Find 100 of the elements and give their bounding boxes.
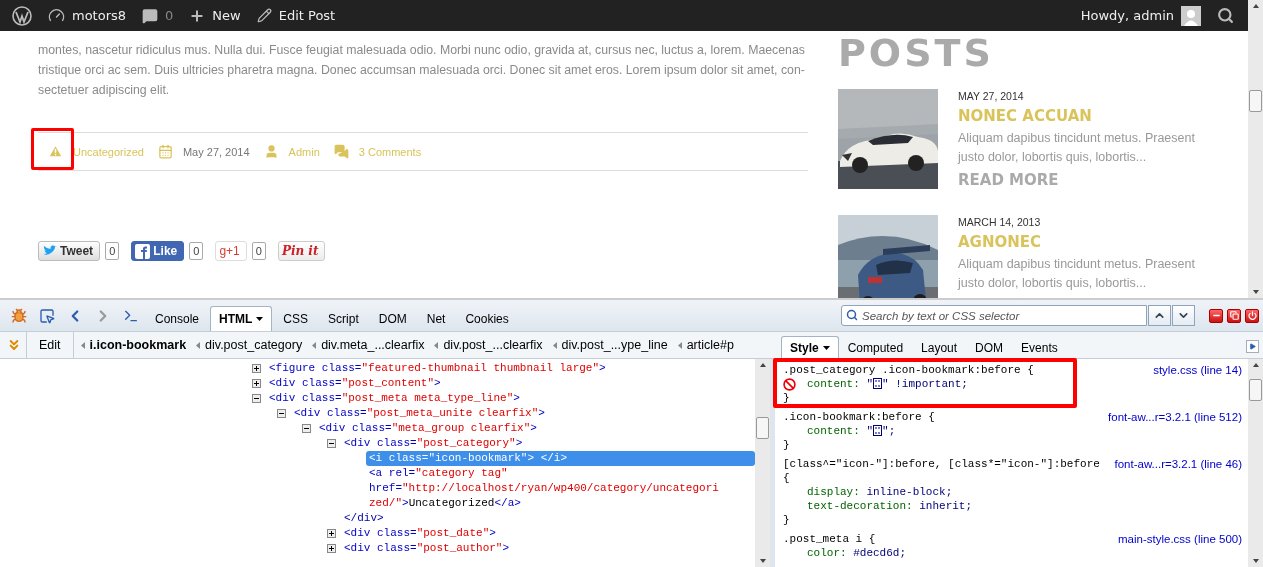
- css-declaration: color: #decd6d;: [807, 546, 907, 560]
- gauge-icon: [48, 7, 65, 24]
- pinterest-share-button[interactable]: Pin it: [277, 241, 326, 261]
- comment-icon: [142, 7, 159, 24]
- post-date: MARCH 14, 2013: [958, 215, 1042, 229]
- html-node[interactable]: <div class="post_author">: [341, 541, 513, 556]
- collapse-icon[interactable]: [302, 424, 311, 433]
- search-field[interactable]: Search by text or CSS selector: [841, 305, 1147, 326]
- breadcrumb[interactable]: div.meta_...clearfix: [309, 338, 428, 352]
- section-heading: POSTS: [838, 31, 995, 75]
- warning-icon: [48, 144, 63, 159]
- side-panel-tab[interactable]: Style: [781, 336, 839, 358]
- caret-icon: [822, 345, 830, 350]
- panel-tab[interactable]: DOM: [369, 306, 416, 331]
- closing-brace: }: [783, 391, 791, 405]
- breadcrumb[interactable]: div.post_...ype_line: [549, 338, 671, 352]
- panel-tab[interactable]: Console: [146, 306, 209, 331]
- comments-icon: [333, 144, 349, 159]
- closing-tag: </div>: [341, 511, 387, 526]
- twitter-share-button[interactable]: Tweet: [38, 241, 101, 261]
- source-link[interactable]: font-aw...r=3.2.1 (line 46): [1114, 457, 1242, 471]
- breadcrumb[interactable]: div.post_...clearfix: [431, 338, 546, 352]
- logo-icon[interactable]: [12, 5, 32, 26]
- html-node[interactable]: <div class="meta_group clearfix">: [316, 421, 540, 436]
- html-node[interactable]: <figure class="featured-thumbnail thumbnail large">: [266, 361, 609, 376]
- comments-link[interactable]: 0: [134, 0, 182, 31]
- css-declaration: display: inline-block;: [807, 485, 953, 499]
- side-panel-tab[interactable]: Events: [1012, 336, 1067, 358]
- gplus-share-button[interactable]: g+1: [215, 241, 247, 261]
- search-icon[interactable]: [1217, 7, 1234, 24]
- html-node[interactable]: <div class="post_category">: [341, 436, 526, 451]
- next-match-button[interactable]: [1172, 305, 1195, 326]
- side-panel-tab[interactable]: Computed: [838, 336, 913, 358]
- source-link[interactable]: main-style.css (line 500): [1118, 532, 1242, 546]
- html-node[interactable]: <div class="post_content">: [266, 376, 444, 391]
- expand-icon[interactable]: [327, 529, 336, 538]
- avatar-icon: [1181, 5, 1201, 26]
- previous-match-button[interactable]: [1148, 305, 1171, 326]
- new-link[interactable]: New: [181, 0, 249, 31]
- panel-tab[interactable]: CSS: [274, 306, 318, 331]
- bug-icon: [11, 307, 27, 324]
- css-selector: .post_category .icon-bookmark:before {: [783, 363, 1035, 377]
- panel-tab[interactable]: HTML: [210, 306, 273, 331]
- share-count: 0: [105, 242, 120, 260]
- post-summary: Aliquam dapibus tincidunt metus. Praesent justo dolor, lobortis quis, lobortis...: [958, 130, 1196, 166]
- panel-tab[interactable]: Script: [319, 306, 368, 331]
- post-summary: Aliquam dapibus tincidunt metus. Praesent justo dolor, lobortis quis, lobortis...: [958, 256, 1196, 292]
- css-declaration: content: " " !important;: [807, 377, 968, 391]
- expand-icon[interactable]: [327, 544, 336, 553]
- search-icon: [846, 309, 858, 321]
- closing-brace: }: [783, 513, 791, 527]
- user-icon: [263, 144, 279, 159]
- facebook-icon: [135, 243, 151, 259]
- expand-icon[interactable]: [252, 379, 261, 388]
- scrollbar[interactable]: [1248, 0, 1263, 298]
- close-icon: [1247, 311, 1257, 320]
- account-link[interactable]: Howdy, admin: [1072, 0, 1209, 31]
- separator-icon: [196, 341, 201, 349]
- separator-icon: [434, 341, 439, 349]
- source-link[interactable]: font-aw...r=3.2.1 (line 512): [1108, 410, 1242, 424]
- pencil-icon: [256, 8, 272, 23]
- minimize-button[interactable]: [1209, 308, 1223, 323]
- breadcrumb[interactable]: article#p: [674, 338, 737, 352]
- breadcrumb[interactable]: div.post_category: [193, 338, 306, 352]
- css-declaration: content: " ";: [807, 424, 896, 438]
- side-panel-tab[interactable]: Layout: [912, 336, 967, 358]
- source-link[interactable]: style.css (line 14): [1153, 363, 1242, 377]
- share-count: 0: [189, 242, 204, 260]
- html-node[interactable]: <div class="post_meta meta_type_line">: [266, 391, 523, 406]
- panel-tab[interactable]: Cookies: [456, 306, 518, 331]
- scrollbar[interactable]: [1248, 359, 1263, 567]
- panel-tab[interactable]: Net: [417, 306, 455, 331]
- edit-button[interactable]: Edit: [26, 332, 74, 358]
- close-button[interactable]: [1245, 308, 1259, 323]
- html-node[interactable]: <a rel="category tag" href="http://localhost/ryan/wp400/category/uncategorized/">Uncategorized</a>: [366, 466, 722, 511]
- separator-icon: [312, 341, 317, 349]
- collapse-icon[interactable]: [327, 439, 336, 448]
- html-node[interactable]: <div class="post_meta_unite clearfix">: [291, 406, 548, 421]
- arrow-icon: [1249, 343, 1256, 350]
- scrollbar[interactable]: [755, 359, 770, 567]
- detach-button[interactable]: [1227, 308, 1241, 323]
- facebook-share-button[interactable]: Like: [131, 241, 185, 261]
- expand-icon[interactable]: [252, 364, 261, 373]
- side-panel-tab[interactable]: DOM: [966, 336, 1013, 358]
- breadcrumb[interactable]: i.icon-bookmark: [77, 338, 190, 352]
- post-excerpt: montes, nascetur ridiculus mus. Nulla dui. Fusce feugiat malesuada odio. Morbi nunc odio, gravida at, cursus nec, luctus a, lorem. Maecenas tristique orci ac sem. Duis ultricies pharetra magna. Donec accumsan malesuada orci. Donec sit amet eros. Lorem ipsum dolor sit amet, con-sectetuer adipiscing elit.: [38, 42, 806, 99]
- collapse-icon[interactable]: [277, 409, 286, 418]
- caret-icon: [256, 317, 264, 321]
- more-tabs-button[interactable]: [1246, 340, 1259, 353]
- calendar-icon: [157, 144, 173, 159]
- edit-post-link[interactable]: Edit Post: [248, 0, 344, 31]
- html-node[interactable]: <div class="post_date">: [341, 526, 499, 541]
- inspect-icon: [39, 307, 55, 324]
- separator-icon: [677, 341, 682, 349]
- separator-icon: [80, 341, 85, 349]
- collapse-icon[interactable]: [252, 394, 261, 403]
- bird-icon: [42, 245, 57, 257]
- site-link[interactable]: motors8: [40, 0, 135, 31]
- date-link[interactable]: May 27, 2014: [182, 145, 250, 158]
- css-selector: .icon-bookmark:before {: [783, 410, 936, 424]
